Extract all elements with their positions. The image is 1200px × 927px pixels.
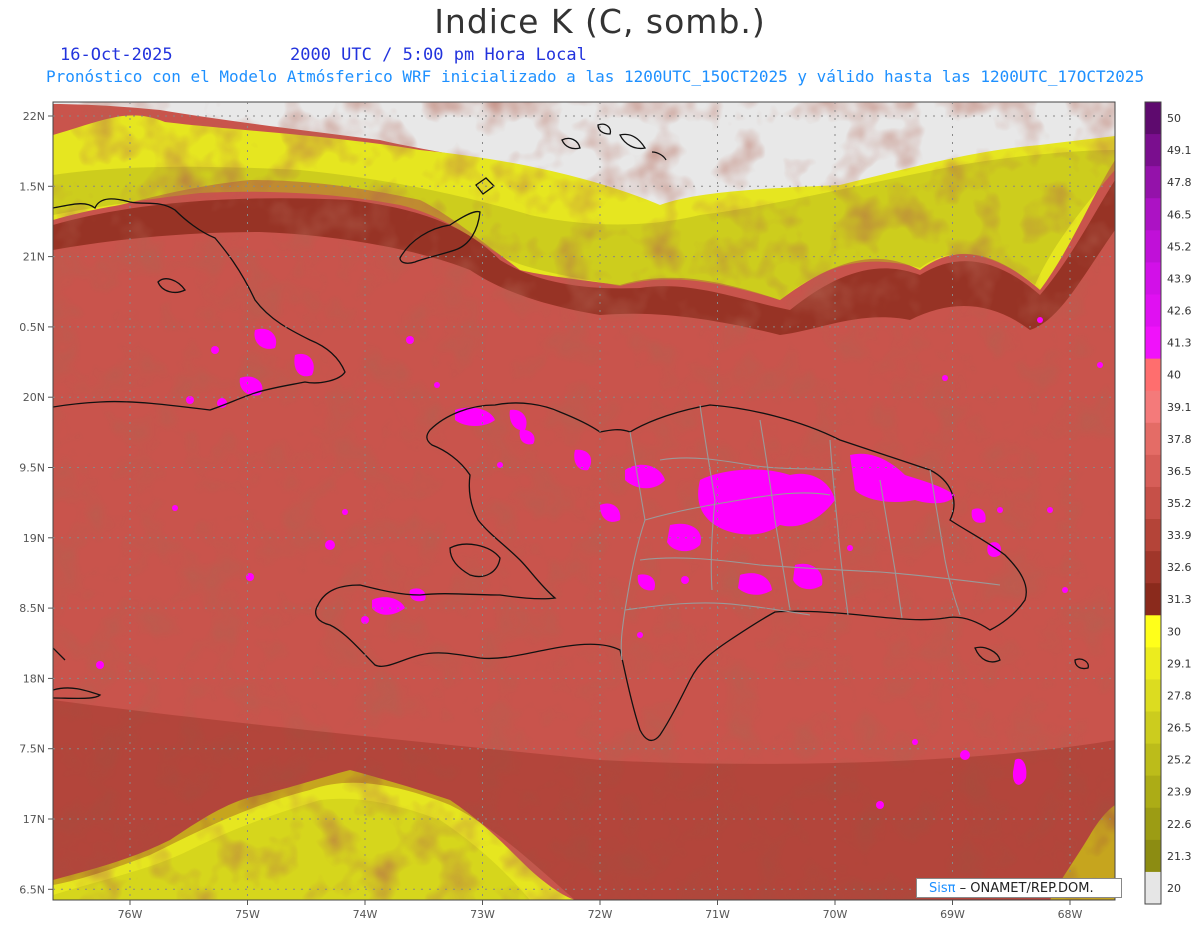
colorbar-swatch <box>1145 390 1161 424</box>
colorbar-label: 39.1 <box>1167 401 1192 414</box>
colorbar-label: 36.5 <box>1167 465 1192 478</box>
colorbar-label: 22.6 <box>1167 818 1192 831</box>
colorbar-label: 41.3 <box>1167 337 1192 350</box>
lon-label: 69W <box>940 908 965 921</box>
lat-label: 20N <box>23 391 45 404</box>
colorbar-swatch <box>1145 134 1161 167</box>
colorbar-label: 21.3 <box>1167 850 1192 863</box>
credit-box: Sisπ – ONAMET/REP.DOM. <box>916 878 1122 898</box>
colorbar-swatch <box>1145 230 1161 263</box>
lon-label: 74W <box>353 908 378 921</box>
latitude-labels: 22N 1.5N 21N 0.5N 20N 9.5N 19N 8.5N 18N 7.5N 17N 6.… <box>19 110 45 896</box>
colorbar-swatch <box>1145 102 1161 135</box>
colorbar-swatch <box>1145 551 1161 584</box>
colorbar-swatch <box>1145 839 1161 873</box>
colorbar-swatch <box>1145 326 1161 360</box>
colorbar-swatch <box>1145 422 1161 456</box>
longitude-labels: 76W 75W 74W 73W 72W 71W 70W 69W 68W <box>118 908 1083 921</box>
lon-label: 68W <box>1058 908 1083 921</box>
colorbar-swatch <box>1145 615 1161 648</box>
colorbar-label: 26.5 <box>1167 722 1192 735</box>
colorbar-label: 35.2 <box>1167 497 1192 510</box>
lon-label: 73W <box>470 908 495 921</box>
colorbar-label: 29.1 <box>1167 657 1192 670</box>
colorbar-swatch <box>1145 166 1161 199</box>
colorbar-swatch <box>1145 647 1161 680</box>
colorbar-swatch <box>1145 711 1161 745</box>
colorbar-label: 43.9 <box>1167 272 1192 285</box>
k-index-map: 22N 1.5N 21N 0.5N 20N 9.5N 19N 8.5N 18N 7.5N 17N 6.… <box>19 101 1192 921</box>
lat-label: 8.5N <box>19 602 45 615</box>
colorbar-label: 42.6 <box>1167 305 1192 318</box>
lat-label: 21N <box>23 251 45 264</box>
lat-label: 17N <box>23 813 45 826</box>
colorbar-label: 49.1 <box>1167 144 1192 157</box>
colorbar-swatch <box>1145 775 1161 809</box>
colorbar-swatch <box>1145 262 1161 295</box>
colorbar-swatch <box>1145 358 1161 392</box>
sis-logo: Sisπ <box>929 881 956 896</box>
credit-text: – ONAMET/REP.DOM. <box>955 881 1094 896</box>
lat-label: 1.5N <box>19 180 45 193</box>
lat-label: 7.5N <box>19 743 45 756</box>
colorbar-label: 46.5 <box>1167 208 1192 221</box>
lat-label: 22N <box>23 110 45 123</box>
colorbar-swatch <box>1145 679 1161 713</box>
colorbar-label: 25.2 <box>1167 754 1192 767</box>
plot-area <box>53 102 1115 900</box>
colorbar-label: 37.8 <box>1167 433 1192 446</box>
colorbar-swatch <box>1145 871 1161 905</box>
colorbar-label: 50 <box>1167 112 1181 125</box>
colorbar-swatch <box>1145 583 1161 616</box>
colorbar-swatch <box>1145 454 1161 488</box>
colorbar-label: 45.2 <box>1167 240 1192 253</box>
colorbar-label: 23.9 <box>1167 786 1192 799</box>
lon-label: 72W <box>588 908 613 921</box>
lat-label: 9.5N <box>19 462 45 475</box>
lon-label: 75W <box>235 908 260 921</box>
lat-label: 6.5N <box>19 883 45 896</box>
colorbar-label: 40 <box>1167 369 1181 382</box>
colorbar: 50 49.1 47.8 46.5 45.2 43.9 42.6 41.3 40 39.1 37.8… <box>1144 101 1192 905</box>
colorbar-swatch <box>1145 743 1161 777</box>
colorbar-label: 30 <box>1167 625 1181 638</box>
colorbar-label: 47.8 <box>1167 176 1192 189</box>
lon-label: 76W <box>118 908 143 921</box>
colorbar-swatch <box>1145 198 1161 231</box>
colorbar-label: 20 <box>1167 882 1181 895</box>
lon-label: 71W <box>705 908 730 921</box>
lat-label: 18N <box>23 672 45 685</box>
colorbar-label: 32.6 <box>1167 561 1192 574</box>
colorbar-swatch <box>1145 519 1161 552</box>
colorbar-swatch <box>1145 486 1161 520</box>
colorbar-label: 33.9 <box>1167 529 1192 542</box>
lat-label: 0.5N <box>19 321 45 334</box>
lat-label: 19N <box>23 532 45 545</box>
lon-label: 70W <box>823 908 848 921</box>
colorbar-label: 27.8 <box>1167 689 1192 702</box>
colorbar-swatch <box>1145 294 1161 328</box>
colorbar-swatch <box>1145 807 1161 841</box>
colorbar-label: 31.3 <box>1167 593 1192 606</box>
